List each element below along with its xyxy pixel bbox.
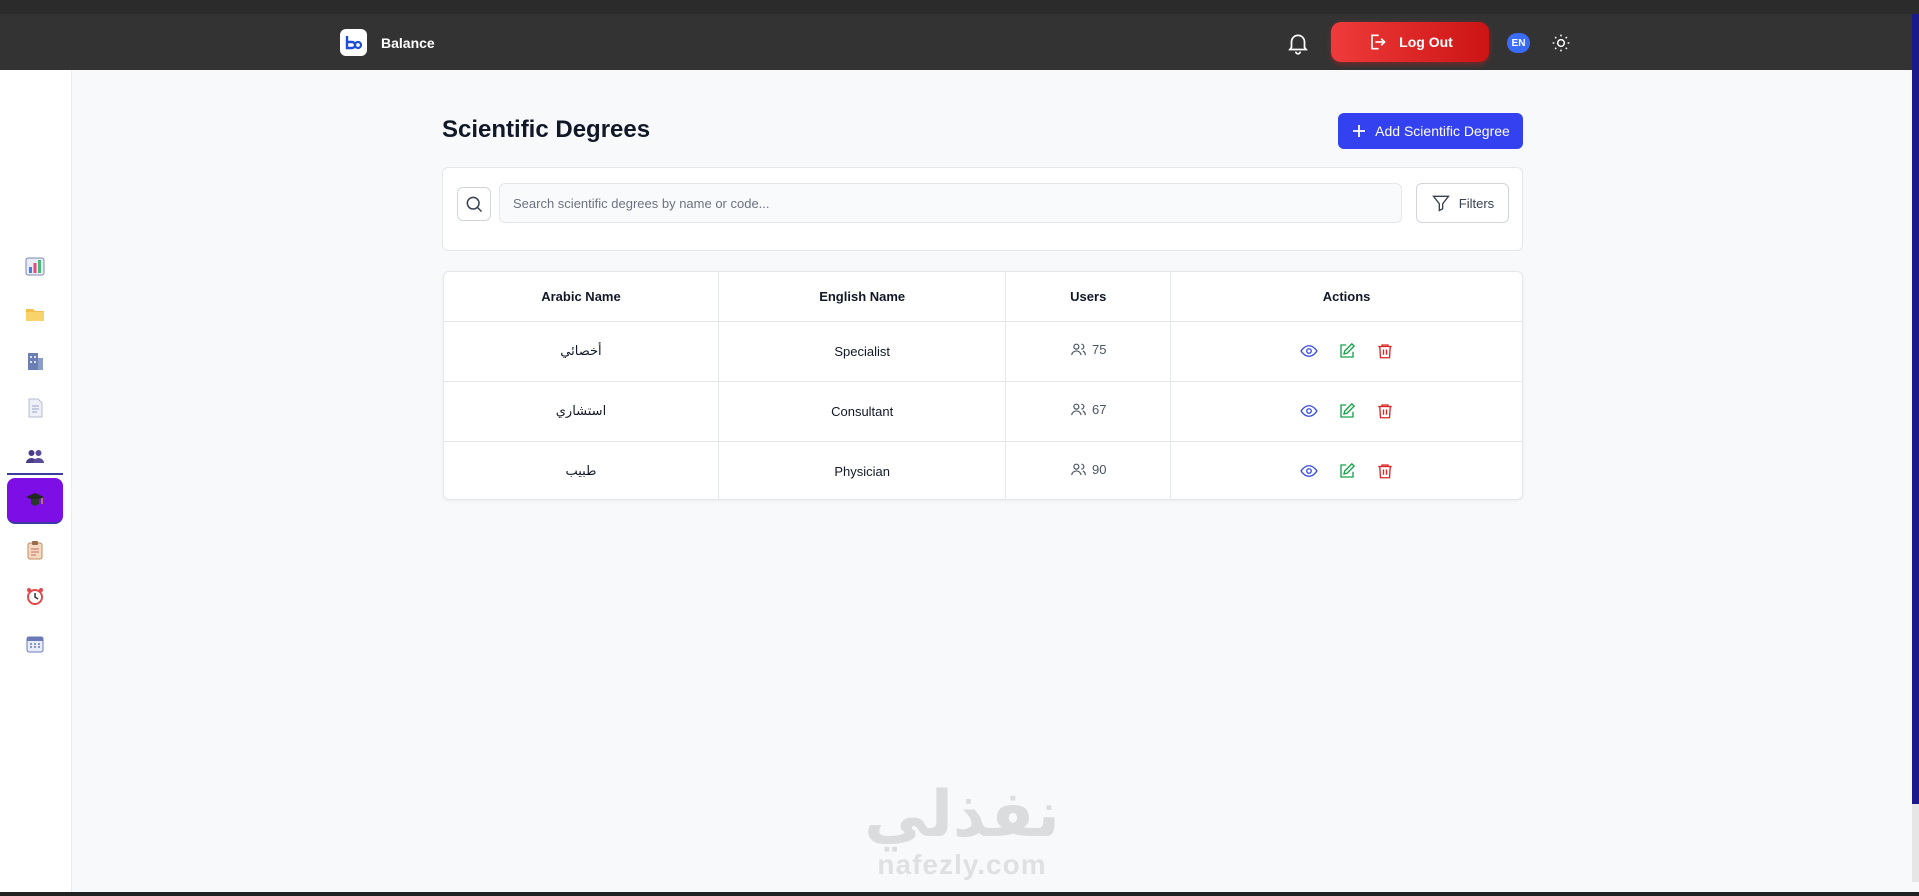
- cell-users: 67: [1005, 381, 1172, 442]
- cell-actions: [1170, 381, 1522, 442]
- cell-english-name: Specialist: [718, 321, 1007, 382]
- users-count: 67: [1092, 402, 1107, 417]
- watermark-arabic: نفذلي: [864, 778, 1060, 852]
- sidebar-active-divider-top: [7, 473, 63, 475]
- cell-english-name: Consultant: [718, 381, 1007, 442]
- sidebar-item-dashboard[interactable]: [7, 246, 63, 286]
- sidebar-item-departments[interactable]: [7, 341, 63, 381]
- column-header-actions: Actions: [1170, 272, 1522, 322]
- cell-english-name: Physician: [718, 441, 1007, 499]
- view-eye-icon[interactable]: [1298, 340, 1320, 362]
- cell-users: 90: [1005, 441, 1172, 499]
- brand-logo-icon: [340, 29, 367, 56]
- logout-button[interactable]: Log Out: [1331, 22, 1489, 62]
- table-row: طبيب Physician 90: [444, 441, 1522, 499]
- edit-pencil-icon[interactable]: [1336, 400, 1358, 422]
- table-row: استشاري Consultant 67: [444, 381, 1522, 442]
- top-navbar: Balance Log Out EN: [0, 14, 1912, 70]
- column-header-arabic-name: Arabic Name: [444, 272, 719, 322]
- window-bottom-strip: [0, 892, 1919, 896]
- alarm-clock-icon: [27, 588, 43, 605]
- delete-trash-icon[interactable]: [1374, 400, 1396, 422]
- users-icon: [1071, 343, 1086, 356]
- people-icon: [26, 450, 44, 463]
- sidebar-item-calendar[interactable]: [7, 624, 63, 664]
- table-row: أخصائي Specialist 75: [444, 321, 1522, 382]
- search-icon[interactable]: [457, 187, 491, 221]
- notification-bell-icon[interactable]: [1285, 30, 1311, 56]
- edit-pencil-icon[interactable]: [1336, 340, 1358, 362]
- edit-pencil-icon[interactable]: [1336, 460, 1358, 482]
- sidebar-item-shifts[interactable]: [7, 576, 63, 616]
- logout-label: Log Out: [1399, 34, 1453, 50]
- cell-arabic-name: استشاري: [444, 381, 719, 442]
- watermark: نفذلي nafezly.com: [852, 780, 1072, 892]
- window-top-strip: [0, 0, 1919, 14]
- building-icon: [28, 353, 43, 370]
- cell-actions: [1170, 321, 1522, 382]
- cell-actions: [1171, 441, 1522, 499]
- plus-icon: [1353, 125, 1366, 137]
- delete-trash-icon[interactable]: [1374, 340, 1396, 362]
- cell-arabic-name: أخصائي: [444, 321, 719, 382]
- delete-trash-icon[interactable]: [1374, 460, 1396, 482]
- users-icon: [1071, 403, 1086, 416]
- clipboard-icon: [27, 541, 43, 560]
- sidebar-item-reports[interactable]: [7, 530, 63, 570]
- search-input[interactable]: [499, 183, 1402, 223]
- sidebar-item-documents[interactable]: [7, 388, 63, 428]
- logout-icon: [1371, 34, 1386, 50]
- search-card: Filters: [442, 167, 1523, 251]
- cell-users: 75: [1005, 321, 1172, 382]
- sidebar-item-scientific-degrees[interactable]: [7, 478, 63, 524]
- add-button-label: Add Scientific Degree: [1375, 123, 1510, 139]
- scientific-degrees-table: Arabic Name English Name Users Actions أ…: [443, 271, 1523, 500]
- users-count: 90: [1092, 462, 1107, 478]
- filter-funnel-icon: [1431, 195, 1450, 212]
- folder-icon: [26, 309, 44, 321]
- view-eye-icon[interactable]: [1298, 400, 1320, 422]
- document-icon: [28, 398, 43, 418]
- filters-button[interactable]: Filters: [1416, 183, 1509, 223]
- cell-arabic-name: طبيب: [444, 441, 719, 499]
- add-scientific-degree-button[interactable]: Add Scientific Degree: [1338, 113, 1523, 149]
- sidebar-item-users[interactable]: [7, 436, 63, 476]
- filters-label: Filters: [1458, 195, 1495, 211]
- column-header-users: Users: [1005, 272, 1172, 322]
- bar-chart-icon: [25, 257, 45, 276]
- page-title: Scientific Degrees: [442, 116, 651, 143]
- users-count: 75: [1092, 342, 1107, 357]
- column-header-english-name: English Name: [718, 272, 1007, 322]
- theme-toggle-sun-icon[interactable]: [1551, 33, 1571, 53]
- users-icon: [1071, 463, 1086, 476]
- language-switcher[interactable]: EN: [1507, 33, 1530, 53]
- graduation-icon: [26, 493, 44, 506]
- calendar-icon: [26, 636, 44, 653]
- view-eye-icon[interactable]: [1298, 460, 1320, 482]
- watermark-english: nafezly.com: [877, 849, 1047, 880]
- brand-name: Balance: [381, 34, 435, 51]
- table-header-row: Arabic Name English Name Users Actions: [444, 272, 1522, 322]
- sidebar: [0, 70, 72, 892]
- sidebar-item-files[interactable]: [7, 294, 63, 334]
- page-scrollbar-thumb[interactable]: [1912, 14, 1919, 804]
- brand[interactable]: Balance: [340, 29, 435, 56]
